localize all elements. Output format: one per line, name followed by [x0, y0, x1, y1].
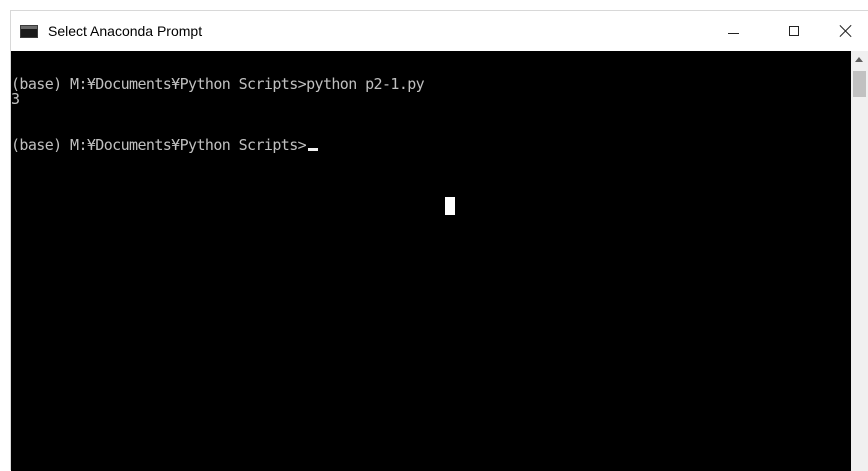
mouse-text-cursor [445, 197, 455, 215]
console-line: (base) M:¥Documents¥Python Scripts>pytho… [11, 75, 425, 93]
title-bar[interactable]: Select Anaconda Prompt [11, 11, 868, 51]
minimize-button[interactable] [711, 11, 757, 51]
prompt-text: (base) M:¥Documents¥Python Scripts> [11, 136, 307, 154]
maximize-icon [789, 26, 799, 36]
minimize-icon [728, 33, 739, 34]
scroll-thumb[interactable] [853, 71, 866, 97]
maximize-button[interactable] [771, 11, 817, 51]
close-icon [839, 24, 853, 38]
close-button[interactable] [823, 11, 868, 51]
scroll-up-arrow-icon[interactable] [855, 57, 863, 62]
console-prompt-line[interactable]: (base) M:¥Documents¥Python Scripts> [11, 136, 319, 154]
console-app-icon [20, 25, 38, 38]
vertical-scrollbar[interactable] [851, 51, 868, 471]
text-caret [308, 148, 319, 151]
console-line: 3 [11, 90, 20, 108]
anaconda-prompt-window: Select Anaconda Prompt (base) M:¥Documen… [10, 10, 868, 471]
console-output-area[interactable]: (base) M:¥Documents¥Python Scripts>pytho… [11, 51, 851, 471]
window-title: Select Anaconda Prompt [48, 23, 203, 39]
